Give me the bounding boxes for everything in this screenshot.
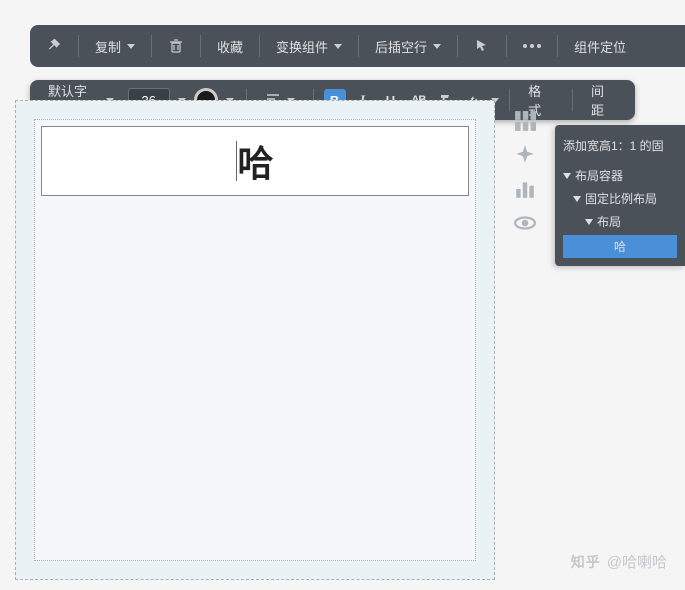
component-position-label: 组件定位 [574, 37, 626, 56]
tree-layout-container[interactable]: 布局容器 [563, 164, 677, 187]
zhihu-logo: 知乎 [571, 552, 601, 572]
chevron-down-icon [127, 44, 135, 49]
tree-fixed-ratio[interactable]: 固定比例布局 [563, 187, 677, 210]
main-toolbar: 复制 收藏 变换组件 后插空行 组件定位 [30, 25, 685, 67]
more-dots-icon [523, 44, 541, 48]
triangle-down-icon [585, 219, 593, 225]
tree-label: 固定比例布局 [585, 190, 657, 207]
transform-button[interactable]: 变换组件 [268, 33, 350, 60]
tree-label: 布局 [597, 213, 621, 230]
triangle-down-icon [563, 173, 571, 179]
watermark: 知乎 @哈喇哈 [571, 551, 667, 572]
hierarchy-panel: 添加宽高1：1 的固 布局容器 固定比例布局 布局 哈 [555, 125, 685, 266]
panel-title: 添加宽高1：1 的固 [563, 137, 677, 154]
triangle-down-icon [573, 196, 581, 202]
grid-icon[interactable] [514, 110, 536, 132]
chevron-down-icon [334, 44, 342, 49]
tree-layout[interactable]: 布局 [563, 210, 677, 233]
tree-label: 哈 [614, 240, 626, 254]
insert-blank-button[interactable]: 后插空行 [367, 33, 449, 60]
favorite-label: 收藏 [217, 37, 243, 56]
insert-blank-label: 后插空行 [375, 37, 427, 56]
component-position-button[interactable]: 组件定位 [566, 33, 634, 60]
chevron-down-icon [433, 44, 441, 49]
text-block[interactable]: 哈 [41, 126, 469, 196]
tree-label: 布局容器 [575, 167, 623, 184]
side-icon-bar [505, 100, 545, 234]
spacing-button[interactable]: 间距 [583, 77, 625, 123]
chart-icon[interactable] [514, 178, 536, 200]
more-button[interactable] [515, 40, 549, 52]
delete-button[interactable] [160, 34, 192, 58]
canvas-inner[interactable]: 哈 [34, 119, 476, 561]
spacing-label: 间距 [591, 81, 617, 119]
text-content: 哈 [237, 135, 273, 187]
copy-label: 复制 [95, 37, 121, 56]
canvas-area[interactable]: 哈 [15, 100, 495, 580]
transform-label: 变换组件 [276, 37, 328, 56]
watermark-user: @哈喇哈 [607, 551, 667, 572]
pin-button[interactable] [40, 35, 70, 57]
pointer-button[interactable] [466, 34, 498, 58]
eye-icon[interactable] [514, 212, 536, 234]
favorite-button[interactable]: 收藏 [209, 33, 251, 60]
tree-selected-item[interactable]: 哈 [563, 235, 677, 258]
copy-button[interactable]: 复制 [87, 33, 143, 60]
sparkle-icon[interactable] [514, 144, 536, 166]
